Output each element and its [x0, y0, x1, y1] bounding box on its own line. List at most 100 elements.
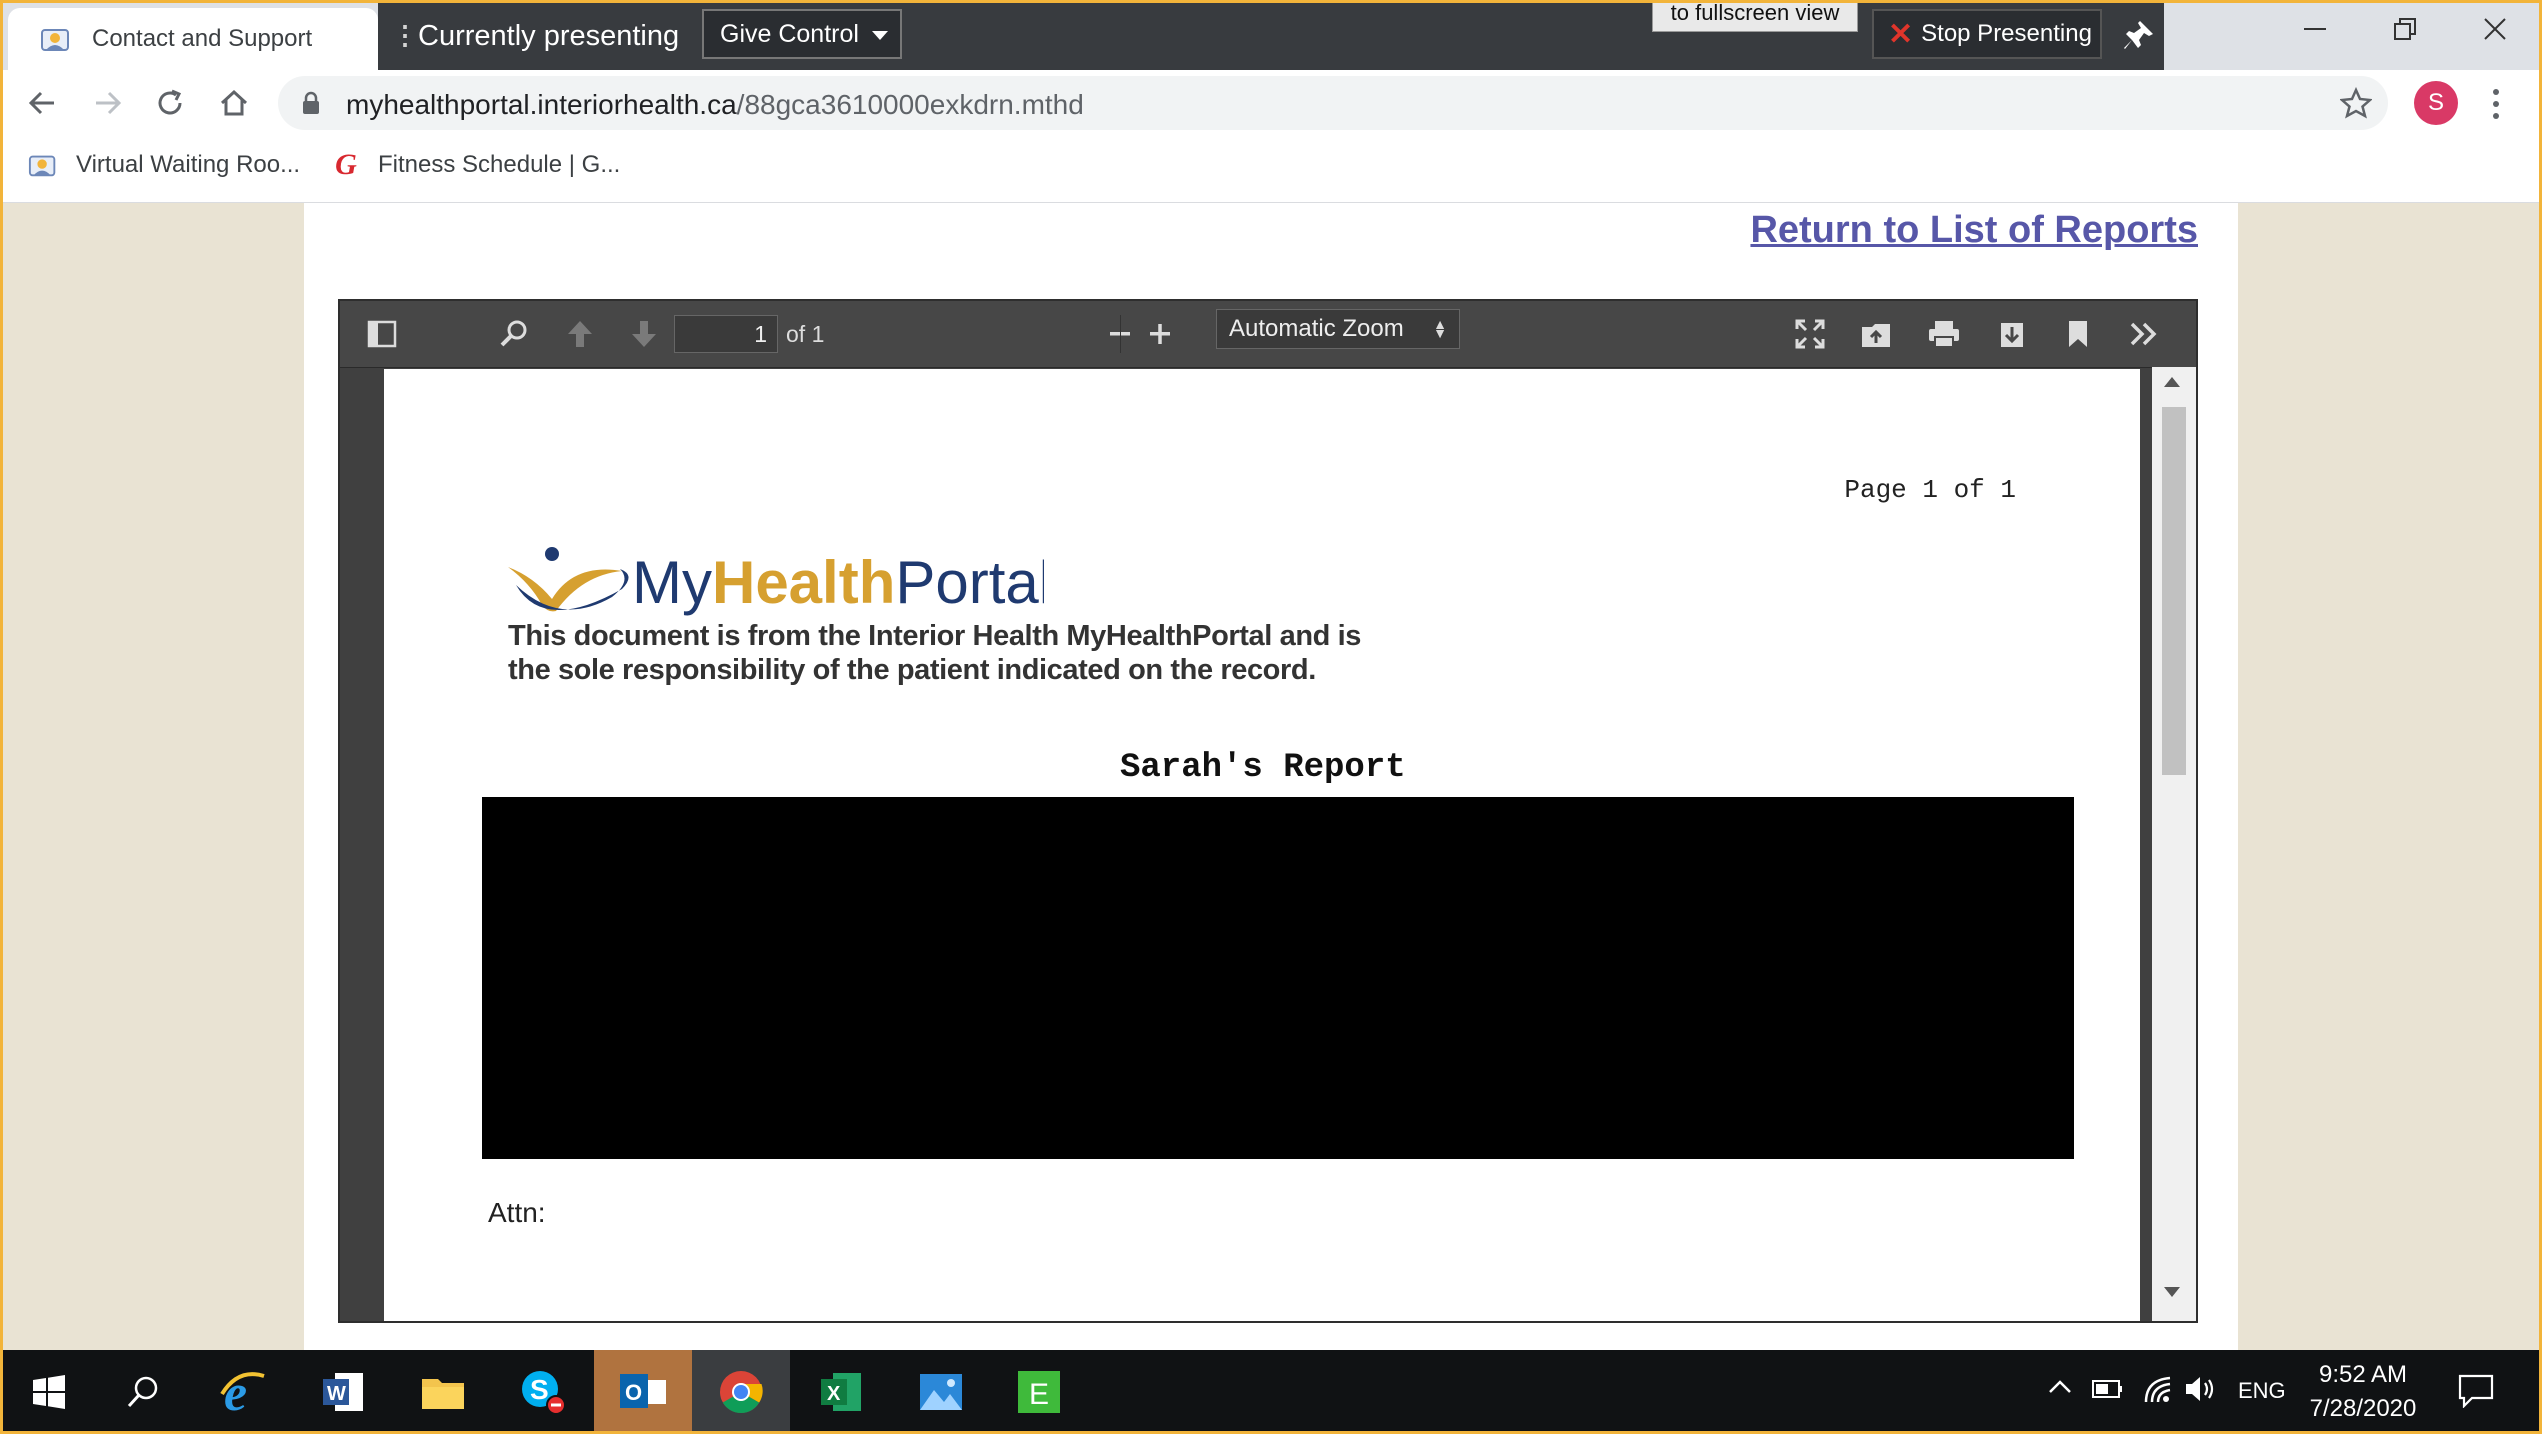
- caret-down-icon: [872, 31, 888, 40]
- back-button[interactable]: [18, 80, 66, 126]
- photos-icon: [920, 1374, 962, 1410]
- arrow-up-icon: [568, 321, 592, 347]
- video-call-icon: [41, 29, 69, 51]
- search-button[interactable]: [94, 1350, 192, 1434]
- previous-page-button[interactable]: [558, 313, 602, 355]
- restore-button[interactable]: [2360, 0, 2450, 58]
- browser-tab[interactable]: Contact and Support: [8, 8, 378, 70]
- give-control-dropdown[interactable]: Give Control: [702, 9, 902, 59]
- word-app[interactable]: W: [294, 1350, 392, 1434]
- report-title: Sarah's Report: [1120, 749, 1406, 787]
- pdf-page: Page 1 of 1 MyHealthPortal This document…: [384, 369, 2140, 1321]
- main-content: Return to List of Reports 1 of 1 Automat…: [304, 203, 2238, 1350]
- print-button[interactable]: [1922, 313, 1966, 355]
- chevron-up-icon[interactable]: [2048, 1378, 2072, 1394]
- minimize-icon: [2304, 28, 2326, 30]
- minimize-button[interactable]: [2270, 0, 2360, 58]
- system-clock[interactable]: 9:52 AM 7/28/2020: [2298, 1358, 2428, 1426]
- search-icon: [127, 1376, 158, 1408]
- address-bar[interactable]: myhealthportal.interiorhealth.ca/88gca36…: [278, 76, 2388, 130]
- excel-icon: X: [821, 1373, 861, 1411]
- myhealthportal-logo: MyHealthPortal: [508, 547, 1044, 616]
- bookmarks-bar: Virtual Waiting Roo... G Fitness Schedul…: [0, 136, 2542, 203]
- scroll-up-arrow-icon[interactable]: [2164, 377, 2180, 387]
- open-file-icon: [1862, 324, 1890, 347]
- forward-button[interactable]: [84, 80, 132, 126]
- g-logo-icon: G: [335, 148, 357, 181]
- pin-toolbar-button[interactable]: [2116, 12, 2162, 58]
- reload-icon: [158, 89, 182, 115]
- give-control-label: Give Control: [720, 19, 859, 48]
- arrow-right-icon: [96, 91, 122, 115]
- tools-menu-button[interactable]: [2122, 313, 2166, 355]
- chrome-app[interactable]: [692, 1350, 790, 1434]
- volume-icon[interactable]: [2184, 1374, 2218, 1404]
- file-explorer-app[interactable]: [394, 1350, 492, 1434]
- evernote-style-app[interactable]: E: [990, 1350, 1088, 1434]
- presenting-label: Currently presenting: [418, 20, 680, 52]
- restore-icon: [2394, 18, 2416, 40]
- bookmark-label: Virtual Waiting Roo...: [76, 151, 301, 178]
- url-text: myhealthportal.interiorhealth.ca/88gca36…: [346, 89, 1084, 120]
- outlook-app[interactable]: O: [594, 1350, 692, 1434]
- zoom-select[interactable]: Automatic Zoom ▲ ▼: [1216, 309, 1460, 349]
- battery-icon[interactable]: [2092, 1378, 2124, 1400]
- excel-app[interactable]: X: [792, 1350, 890, 1434]
- current-view-button[interactable]: [2056, 313, 2100, 355]
- start-button[interactable]: [0, 1350, 98, 1434]
- chrome-icon: [720, 1371, 763, 1414]
- more-vert-icon[interactable]: [2486, 84, 2506, 124]
- disclaimer-line: This document is from the Interior Healt…: [508, 620, 1361, 652]
- disclaimer-line: the sole responsibility of the patient i…: [508, 654, 1316, 686]
- home-button[interactable]: [210, 80, 258, 126]
- svg-text:E: E: [1029, 1378, 1049, 1411]
- internet-explorer-app[interactable]: e: [194, 1350, 292, 1434]
- close-window-button[interactable]: [2450, 0, 2540, 58]
- photos-app[interactable]: [892, 1350, 990, 1434]
- home-icon: [220, 89, 248, 116]
- fullscreen-icon: [1795, 319, 1825, 349]
- attn-label: Attn:: [488, 1197, 546, 1228]
- open-file-button[interactable]: [1854, 313, 1898, 355]
- drag-handle-icon[interactable]: ⋮: [392, 22, 418, 48]
- word-icon: W: [323, 1373, 363, 1411]
- skype-app[interactable]: S: [494, 1350, 592, 1434]
- find-button[interactable]: [492, 313, 536, 355]
- select-arrows-icon: ▲ ▼: [1433, 316, 1447, 341]
- outlook-icon: O: [620, 1374, 666, 1408]
- pdf-scrollbar[interactable]: [2152, 367, 2196, 1321]
- profile-avatar[interactable]: S: [2414, 81, 2458, 125]
- language-indicator[interactable]: ENG: [2238, 1378, 2286, 1404]
- page-number-input[interactable]: 1: [674, 315, 778, 353]
- scroll-down-arrow-icon[interactable]: [2164, 1287, 2180, 1297]
- scrollbar-thumb[interactable]: [2162, 407, 2186, 775]
- bookmark-virtual-waiting[interactable]: Virtual Waiting Roo...: [28, 150, 300, 180]
- stop-presenting-button[interactable]: ✕ Stop Presenting: [1872, 9, 2102, 59]
- bookmark-star-icon[interactable]: [2340, 87, 2372, 119]
- folder-icon: [422, 1379, 464, 1409]
- download-button[interactable]: [1990, 313, 2034, 355]
- presentation-mode-button[interactable]: [1788, 313, 1832, 355]
- internet-explorer-icon: e: [220, 1368, 265, 1416]
- stop-presenting-label: Stop Presenting: [1921, 20, 2092, 47]
- zoom-in-button[interactable]: [1138, 313, 1182, 355]
- svg-text:S: S: [530, 1374, 549, 1405]
- reload-button[interactable]: [146, 80, 194, 126]
- notifications-icon[interactable]: [2458, 1374, 2494, 1408]
- toggle-sidebar-button[interactable]: [360, 313, 404, 355]
- e-app-icon: E: [1018, 1371, 1060, 1413]
- clock-time: 9:52 AM: [2318, 1361, 2408, 1388]
- return-to-reports-link[interactable]: Return to List of Reports: [1750, 209, 2198, 252]
- svg-text:MyHealthPortal: MyHealthPortal: [632, 549, 1044, 616]
- lock-icon: [303, 91, 319, 114]
- redacted-block: [482, 797, 2074, 1159]
- download-icon: [2001, 323, 2023, 347]
- bookmark-fitness-schedule[interactable]: G Fitness Schedule | G...: [330, 148, 621, 181]
- wifi-icon[interactable]: [2142, 1374, 2174, 1404]
- next-page-button[interactable]: [622, 313, 666, 355]
- fullscreen-tooltip: to fullscreen view: [1652, 0, 1858, 32]
- print-icon: [1929, 321, 1959, 348]
- stop-x-icon: ✕: [1888, 17, 1914, 51]
- bookmark-label: Fitness Schedule | G...: [378, 151, 621, 178]
- disclaimer-text: This document is from the Interior Healt…: [508, 619, 1361, 687]
